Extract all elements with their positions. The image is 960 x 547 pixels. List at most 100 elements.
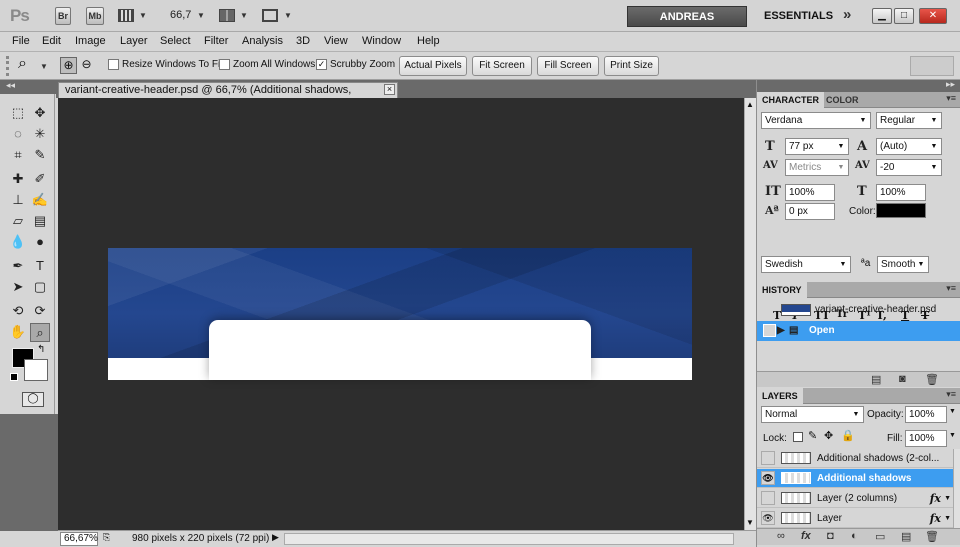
3d-rotate-tool-icon[interactable]: ⟲ xyxy=(8,302,28,321)
background-color-swatch[interactable] xyxy=(24,359,48,381)
kerning-select[interactable]: Metrics ▼ xyxy=(785,159,849,176)
tab-color[interactable]: COLOR xyxy=(821,92,864,108)
snapshot-icon[interactable]: ◙ xyxy=(899,373,906,385)
hand-tool-icon[interactable]: ✋ xyxy=(8,323,28,342)
workspace-essentials[interactable]: ESSENTIALS xyxy=(764,10,833,22)
menu-file[interactable]: File xyxy=(12,35,30,47)
resize-windows-checkbox[interactable]: Resize Windows To Fit xyxy=(108,59,223,70)
bridge-button[interactable]: Br xyxy=(55,7,71,25)
vertical-scrollbar[interactable]: ▲ ▼ xyxy=(744,98,756,530)
new-group-icon[interactable]: ▭ xyxy=(875,530,885,543)
3d-orbit-tool-icon[interactable]: ⟳ xyxy=(30,302,50,321)
add-style-icon[interactable]: fx xyxy=(801,530,811,542)
visibility-toggle[interactable] xyxy=(761,451,775,465)
antialias-select[interactable]: Smooth ▼ xyxy=(877,256,929,273)
zoom-out-icon[interactable]: ⊖ xyxy=(78,57,95,74)
eye-icon[interactable]: 👁 xyxy=(761,471,775,485)
scroll-down-icon[interactable]: ▼ xyxy=(746,518,754,527)
layer-row[interactable]: Layer (2 columns) fx ▼ xyxy=(757,489,953,508)
layer-row[interactable]: Additional shadows (2-col... xyxy=(757,449,953,468)
blur-tool-icon[interactable]: 💧 xyxy=(8,233,28,252)
font-size-select[interactable]: 77 px ▼ xyxy=(785,138,849,155)
move-tool-icon[interactable]: ✥ xyxy=(30,104,50,123)
path-selection-tool-icon[interactable]: ➤ xyxy=(8,278,28,297)
layer-effects-badge[interactable]: fx xyxy=(930,509,941,528)
status-preview-icon[interactable]: ⎘ xyxy=(103,532,115,545)
panel-menu-icon[interactable]: ▾≡ xyxy=(946,389,956,400)
scroll-up-icon[interactable]: ▲ xyxy=(746,100,754,109)
history-snapshot[interactable]: variant-creative-header.psd xyxy=(757,300,960,320)
pen-tool-icon[interactable]: ✒ xyxy=(8,257,28,276)
tab-character[interactable]: CHARACTER xyxy=(757,92,824,108)
document-artwork[interactable] xyxy=(108,248,692,380)
trash-icon[interactable]: 🗑 xyxy=(925,530,939,543)
opacity-field[interactable]: 100% xyxy=(905,406,947,423)
view-extras-icon[interactable] xyxy=(118,9,134,22)
dodge-tool-icon[interactable]: ● xyxy=(30,233,50,252)
lasso-tool-icon[interactable]: ◌ xyxy=(8,125,28,144)
horizontal-scrollbar[interactable] xyxy=(284,533,734,545)
history-source-box[interactable] xyxy=(763,324,776,337)
maximize-icon[interactable]: □ xyxy=(894,8,914,24)
menu-edit[interactable]: Edit xyxy=(42,35,61,47)
add-mask-icon[interactable]: ◘ xyxy=(827,530,834,542)
lock-position-icon[interactable]: ✥ xyxy=(824,429,833,442)
eraser-tool-icon[interactable]: ▱ xyxy=(8,212,28,231)
more-workspaces-icon[interactable]: » xyxy=(843,6,851,23)
lock-transparency-icon[interactable] xyxy=(793,432,803,442)
history-brush-tool-icon[interactable]: ✍ xyxy=(30,191,50,210)
actual-pixels-button[interactable]: Actual Pixels xyxy=(399,56,467,76)
chevron-down-icon[interactable]: ▼ xyxy=(949,408,956,415)
font-style-select[interactable]: Regular ▼ xyxy=(876,112,942,129)
chevron-down-icon[interactable]: ▼ xyxy=(40,62,48,71)
healing-brush-tool-icon[interactable]: ✚ xyxy=(8,170,28,189)
text-color-swatch[interactable] xyxy=(876,203,926,218)
chevron-down-icon[interactable]: ▼ xyxy=(197,11,205,20)
clone-stamp-tool-icon[interactable]: ⊥ xyxy=(8,191,28,210)
zoom-tool-icon[interactable]: ⌕ xyxy=(30,323,50,342)
checkbox-box[interactable] xyxy=(108,59,119,70)
tab-layers[interactable]: LAYERS xyxy=(757,388,803,404)
fill-field[interactable]: 100% xyxy=(905,430,947,447)
panel-menu-icon[interactable]: ▾≡ xyxy=(946,283,956,294)
type-tool-icon[interactable]: T xyxy=(30,257,50,276)
link-layers-icon[interactable]: ∞ xyxy=(777,530,785,542)
panel-menu-icon[interactable]: ▾≡ xyxy=(946,93,956,104)
menu-3d[interactable]: 3D xyxy=(296,35,310,47)
swap-colors-icon[interactable]: ↰ xyxy=(37,344,45,355)
info-menu-arrow-icon[interactable]: ▶ xyxy=(272,532,279,543)
options-grip[interactable] xyxy=(6,56,9,76)
trash-icon[interactable]: 🗑 xyxy=(925,373,939,386)
zoom-in-icon[interactable]: ⊕ xyxy=(60,57,77,74)
vertical-scale-field[interactable]: 100% xyxy=(785,184,835,201)
minibridge-button[interactable]: Mb xyxy=(86,7,104,25)
menu-window[interactable]: Window xyxy=(362,35,401,47)
fill-screen-button[interactable]: Fill Screen xyxy=(537,56,599,76)
menu-analysis[interactable]: Analysis xyxy=(242,35,283,47)
eye-icon[interactable]: 👁 xyxy=(761,511,775,525)
scrubby-zoom-checkbox[interactable]: ✓ Scrubby Zoom xyxy=(316,59,395,70)
language-select[interactable]: Swedish ▼ xyxy=(761,256,851,273)
leading-select[interactable]: (Auto) ▼ xyxy=(876,138,942,155)
layers-scrollbar[interactable] xyxy=(953,449,960,528)
minimize-icon[interactable]: ▁ xyxy=(872,8,892,24)
canvas-area[interactable] xyxy=(58,98,744,530)
chevron-down-icon[interactable]: ▼ xyxy=(944,489,951,508)
chevron-down-icon[interactable]: ▼ xyxy=(139,11,147,20)
brush-tool-icon[interactable]: ✐ xyxy=(30,170,50,189)
zoom-tool-icon[interactable]: ⌕ xyxy=(18,55,27,73)
layer-row[interactable]: 👁 Layer fx ▼ xyxy=(757,509,953,528)
marquee-tool-icon[interactable]: ⬚ xyxy=(8,104,28,123)
print-size-button[interactable]: Print Size xyxy=(604,56,659,76)
menu-layer[interactable]: Layer xyxy=(120,35,148,47)
close-icon[interactable]: ✕ xyxy=(919,8,947,24)
screen-mode-icon[interactable] xyxy=(262,9,278,22)
chevron-down-icon[interactable]: ▼ xyxy=(284,11,292,20)
horizontal-scale-field[interactable]: 100% xyxy=(876,184,926,201)
lock-image-icon[interactable]: ✎ xyxy=(808,429,817,442)
visibility-toggle[interactable] xyxy=(761,491,775,505)
collapse-icon[interactable]: ◂◂ xyxy=(6,80,15,91)
expand-icon[interactable]: ▸▸ xyxy=(946,79,955,90)
tab-history[interactable]: HISTORY xyxy=(757,282,807,298)
crop-tool-icon[interactable]: ⌗ xyxy=(8,146,28,165)
